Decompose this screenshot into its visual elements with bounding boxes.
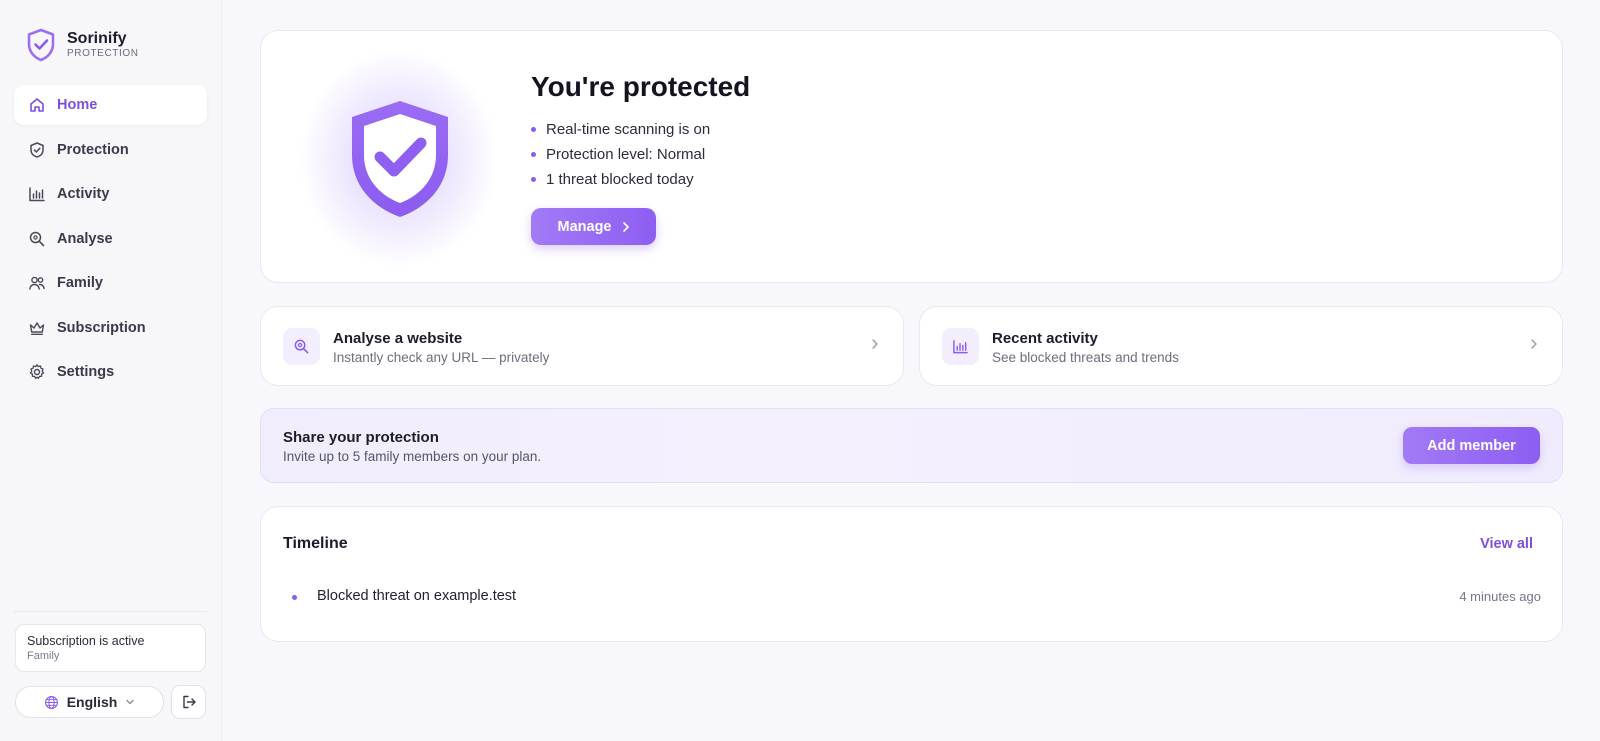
sidebar-item-label: Home <box>57 97 98 113</box>
sidebar: Sorinify PROTECTION Home Protection Acti… <box>0 0 222 741</box>
analyse-website-card[interactable]: Analyse a website Instantly check any UR… <box>260 306 904 386</box>
card-subtitle: Instantly check any URL — privately <box>333 350 550 365</box>
chevron-right-icon <box>872 339 878 349</box>
list-item: Protection level: Normal <box>531 142 710 167</box>
subscription-status: Subscription is active <box>27 634 145 648</box>
brand-name: Sorinify <box>67 30 127 47</box>
gear-icon <box>28 363 46 381</box>
subscription-plan: Family <box>27 650 60 662</box>
sidebar-item-label: Settings <box>57 364 115 380</box>
sidebar-item-family[interactable]: Family <box>14 263 207 303</box>
bullet-dot <box>292 595 297 600</box>
shield-check-logo-icon <box>27 28 55 62</box>
bar-chart-icon <box>28 185 46 203</box>
language-label: English <box>66 694 118 710</box>
list-item: Real-time scanning is on <box>531 117 710 142</box>
brand-subtitle: PROTECTION <box>67 48 139 59</box>
sidebar-nav: Home Protection Activity Analyse Family <box>14 85 207 397</box>
sidebar-item-subscription[interactable]: Subscription <box>14 308 207 348</box>
sidebar-item-activity[interactable]: Activity <box>14 174 207 214</box>
page-title: You're protected <box>531 71 751 102</box>
sidebar-item-label: Protection <box>57 141 129 158</box>
protection-status-list: Real-time scanning is on Protection leve… <box>531 117 710 192</box>
list-item: 1 threat blocked today <box>531 167 710 192</box>
subscription-status-card[interactable]: Subscription is active Family <box>15 624 206 672</box>
card-subtitle: See blocked threats and trends <box>992 350 1179 365</box>
manage-button-label: Manage <box>557 218 612 235</box>
banner-subtitle: Invite up to 5 family members on your pl… <box>283 449 542 464</box>
chevron-right-icon <box>622 221 629 232</box>
globe-icon <box>44 695 58 709</box>
sidebar-item-label: Activity <box>57 186 110 202</box>
sidebar-item-protection[interactable]: Protection <box>14 130 207 170</box>
search-icon <box>283 328 320 365</box>
protection-status-card: You're protected Real-time scanning is o… <box>260 30 1563 283</box>
shield-icon <box>28 141 46 159</box>
view-all-link[interactable]: View all <box>1480 536 1533 552</box>
timeline-card: Timeline View all Blocked threat on exam… <box>260 506 1563 642</box>
status-text: Real-time scanning is on <box>546 121 711 138</box>
status-text: Protection level: Normal <box>546 146 706 163</box>
status-text: 1 threat blocked today <box>546 171 694 188</box>
chevron-right-icon <box>1531 339 1537 349</box>
card-title: Analyse a website <box>333 330 463 347</box>
bullet-dot <box>531 152 536 157</box>
sidebar-item-settings[interactable]: Settings <box>14 352 207 392</box>
crown-icon <box>28 319 46 337</box>
share-protection-banner: Share your protection Invite up to 5 fam… <box>260 408 1563 483</box>
card-title: Recent activity <box>992 330 1098 347</box>
bullet-dot <box>531 177 536 182</box>
search-icon <box>28 230 46 248</box>
bullet-dot <box>531 127 536 132</box>
sidebar-item-label: Subscription <box>57 319 146 336</box>
event-text: Blocked threat on example.test <box>317 588 517 604</box>
sidebar-divider <box>14 611 207 612</box>
event-time: 4 minutes ago <box>1459 589 1541 604</box>
timeline-title: Timeline <box>283 535 348 552</box>
shield-check-icon <box>352 101 448 217</box>
logout-button[interactable] <box>171 685 206 719</box>
add-member-button[interactable]: Add member <box>1403 427 1540 464</box>
logout-icon <box>182 695 196 709</box>
sidebar-item-label: Analyse <box>57 230 113 247</box>
language-select[interactable]: English <box>15 686 164 718</box>
manage-button[interactable]: Manage <box>531 208 656 245</box>
brand[interactable]: Sorinify PROTECTION <box>26 28 139 62</box>
sidebar-item-analyse[interactable]: Analyse <box>14 219 207 259</box>
timeline-event[interactable]: Blocked threat on example.test 4 minutes… <box>283 587 1541 607</box>
people-icon <box>28 274 46 292</box>
chevron-down-icon <box>126 699 134 705</box>
bar-chart-icon <box>942 328 979 365</box>
home-icon <box>28 96 46 114</box>
recent-activity-card[interactable]: Recent activity See blocked threats and … <box>919 306 1563 386</box>
sidebar-item-home[interactable]: Home <box>14 85 207 125</box>
banner-title: Share your protection <box>283 429 439 446</box>
sidebar-item-label: Family <box>57 275 103 291</box>
